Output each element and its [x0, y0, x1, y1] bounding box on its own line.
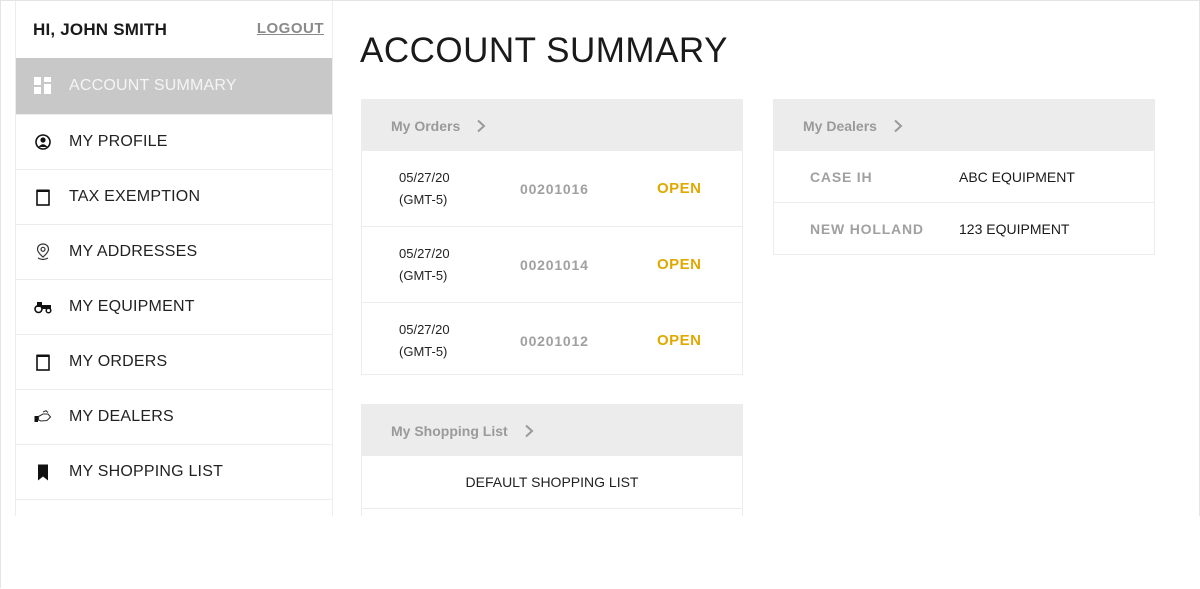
sidebar-item-label: MY ADDRESSES [69, 243, 198, 260]
dealer-name[interactable]: ABC EQUIPMENT [959, 169, 1075, 185]
my-orders-header[interactable]: My Orders [362, 100, 742, 151]
user-greeting: HI, JOHN SMITH [33, 20, 168, 39]
my-dealers-card: My Dealers CASE IH ABC EQUIPMENT NEW HOL… [773, 99, 1155, 255]
greeting-row: HI, JOHN SMITH LOGOUT [16, 1, 332, 58]
my-shopping-list-header[interactable]: My Shopping List [362, 405, 742, 456]
sidebar-item-my-profile[interactable]: MY PROFILE [16, 114, 332, 169]
document-icon [34, 353, 52, 371]
my-orders-card: My Orders 05/27/20 (GMT-5) 00201016 OPEN … [361, 99, 743, 375]
order-number[interactable]: 00201014 [520, 257, 589, 273]
sidebar: HI, JOHN SMITH LOGOUT ACCOUNT SUMMARY MY… [15, 1, 333, 516]
chevron-right-icon [522, 424, 536, 438]
chevron-right-icon [891, 119, 905, 133]
dealer-brand: NEW HOLLAND [810, 220, 924, 237]
dealer-name[interactable]: 123 EQUIPMENT [959, 221, 1069, 237]
document-icon [34, 188, 52, 206]
my-dealers-header[interactable]: My Dealers [774, 100, 1154, 151]
sidebar-item-account-summary[interactable]: ACCOUNT SUMMARY [16, 58, 332, 114]
sidebar-item-my-shopping-list[interactable]: MY SHOPPING LIST [16, 444, 332, 499]
my-shopping-list-title: My Shopping List [391, 422, 508, 439]
my-dealers-title: My Dealers [803, 117, 877, 134]
sidebar-item-overflow [16, 499, 332, 516]
sidebar-item-tax-exemption[interactable]: TAX EXEMPTION [16, 169, 332, 224]
bookmark-icon [34, 463, 52, 481]
shopping-list-item[interactable]: DEFAULT SHOPPING LIST [362, 456, 742, 509]
sidebar-item-label: MY PROFILE [69, 133, 168, 150]
order-date: 05/27/20 (GMT-5) [399, 321, 450, 359]
order-number[interactable]: 00201016 [520, 181, 589, 197]
sidebar-item-label: MY EQUIPMENT [69, 298, 195, 315]
map-pin-icon [34, 243, 52, 261]
order-number[interactable]: 00201012 [520, 333, 589, 349]
dealer-row: CASE IH ABC EQUIPMENT [774, 151, 1154, 203]
sidebar-item-my-orders[interactable]: MY ORDERS [16, 334, 332, 389]
sidebar-item-label: MY SHOPPING LIST [69, 463, 224, 480]
dealer-row: NEW HOLLAND 123 EQUIPMENT [774, 203, 1154, 254]
user-circle-icon [34, 133, 52, 151]
my-orders-title: My Orders [391, 117, 461, 134]
sidebar-item-label: MY DEALERS [69, 408, 174, 425]
order-status: OPEN [657, 180, 702, 197]
sidebar-item-label: MY ORDERS [69, 353, 168, 370]
sidebar-item-label: ACCOUNT SUMMARY [69, 77, 237, 94]
order-date: 05/27/20 (GMT-5) [399, 169, 450, 207]
sidebar-item-my-addresses[interactable]: MY ADDRESSES [16, 224, 332, 279]
handshake-icon [34, 408, 52, 426]
order-row[interactable]: 05/27/20 (GMT-5) 00201016 OPEN [362, 151, 742, 227]
sidebar-item-my-equipment[interactable]: MY EQUIPMENT [16, 279, 332, 334]
dealer-brand: CASE IH [810, 168, 873, 185]
order-row[interactable]: 05/27/20 (GMT-5) 00201014 OPEN [362, 227, 742, 303]
dashboard-icon [34, 77, 52, 95]
tractor-icon [34, 298, 52, 316]
page-title: ACCOUNT SUMMARY [360, 31, 728, 70]
sidebar-item-my-dealers[interactable]: MY DEALERS [16, 389, 332, 444]
page-bottom-area [1, 516, 1200, 589]
logout-link[interactable]: LOGOUT [257, 20, 324, 37]
order-row[interactable]: 05/27/20 (GMT-5) 00201012 OPEN [362, 303, 742, 378]
order-date: 05/27/20 (GMT-5) [399, 245, 450, 283]
order-status: OPEN [657, 332, 702, 349]
sidebar-item-label: TAX EXEMPTION [69, 188, 201, 205]
order-status: OPEN [657, 256, 702, 273]
chevron-right-icon [474, 119, 488, 133]
